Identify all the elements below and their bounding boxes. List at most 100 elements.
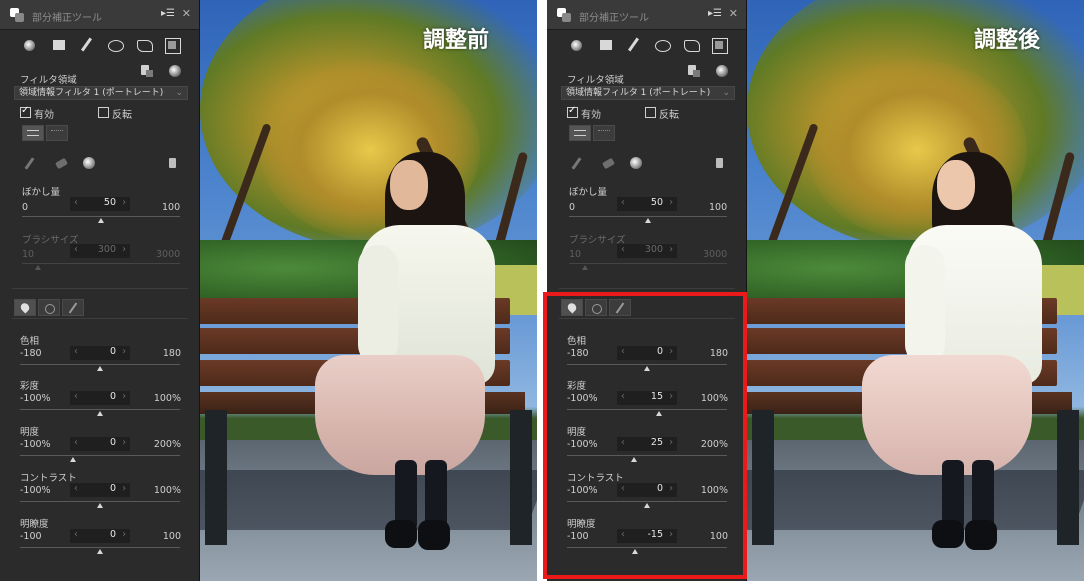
brush-tool-icon[interactable] [625, 36, 643, 54]
swap-icon[interactable] [82, 156, 96, 170]
eraser-icon[interactable] [54, 156, 68, 170]
clarity-slider-thumb[interactable] [97, 549, 103, 554]
trash-icon[interactable] [713, 156, 727, 170]
contrast-track [20, 501, 180, 502]
increment-button[interactable]: › [122, 529, 126, 540]
contrast-spinbox[interactable]: ‹ 0 › [70, 483, 130, 497]
decrement-button[interactable]: ‹ [74, 346, 78, 357]
decrement-button[interactable]: ‹ [621, 244, 625, 255]
increment-button[interactable]: › [122, 437, 126, 448]
panel-menu-icon[interactable]: ▸☰ [161, 8, 175, 19]
sphere-tool-icon[interactable] [20, 36, 38, 54]
brush-track [569, 263, 727, 264]
clarity-spinbox[interactable]: ‹ 0 › [70, 529, 130, 543]
polygon-tool-icon[interactable] [682, 36, 700, 54]
frame-tool-icon[interactable] [710, 36, 728, 54]
decrement-button[interactable]: ‹ [74, 244, 78, 255]
hue-value: 0 [109, 346, 116, 357]
trash-icon[interactable] [166, 156, 180, 170]
close-icon[interactable]: ✕ [182, 7, 191, 20]
wand-icon[interactable] [62, 299, 84, 316]
mode-tab-sliders[interactable] [569, 125, 591, 141]
adjust-tabs [14, 299, 94, 317]
increment-button[interactable]: › [669, 244, 673, 255]
swap-icon[interactable] [629, 156, 643, 170]
mode-tab-brush[interactable] [46, 125, 68, 141]
ellipse-tool-icon[interactable] [106, 36, 124, 54]
color-drop-icon[interactable] [14, 299, 36, 316]
clarity-min: -100 [20, 531, 42, 542]
pen-add-icon[interactable] [24, 156, 38, 170]
decrement-button[interactable]: ‹ [74, 483, 78, 494]
blur-spinbox[interactable]: ‹ 50 › [70, 197, 130, 211]
brightness-max: 200% [153, 439, 181, 450]
decrement-button[interactable]: ‹ [74, 437, 78, 448]
saturation-spinbox[interactable]: ‹ 0 › [70, 391, 130, 405]
increment-button[interactable]: › [669, 197, 673, 208]
clarity-max: 100 [162, 531, 181, 542]
rectangle-tool-icon[interactable] [597, 36, 615, 54]
contrast-label: コントラスト [20, 473, 77, 484]
blur-spinbox[interactable]: ‹ 50 › [617, 197, 677, 211]
polygon-tool-icon[interactable] [135, 36, 153, 54]
copy-icon[interactable] [140, 64, 154, 78]
panel-menu-icon[interactable]: ▸☰ [708, 8, 722, 19]
increment-button[interactable]: › [122, 391, 126, 402]
brush-slider-thumb[interactable] [34, 265, 41, 270]
brush-tool-icon[interactable] [78, 36, 96, 54]
brush-track [22, 263, 180, 264]
saturation-slider-thumb[interactable] [97, 411, 103, 416]
sun-icon[interactable] [38, 299, 60, 316]
increment-button[interactable]: › [122, 197, 126, 208]
divider [12, 318, 188, 319]
contrast-value: 0 [109, 483, 116, 494]
copy-icon[interactable] [687, 64, 701, 78]
brightness-slider-thumb[interactable] [70, 457, 77, 462]
decrement-button[interactable]: ‹ [74, 391, 78, 402]
increment-button[interactable]: › [122, 483, 126, 494]
before-caption: 調整前 [423, 28, 490, 53]
enabled-checkbox[interactable] [567, 105, 578, 118]
pen-add-icon[interactable] [571, 156, 585, 170]
invert-checkbox[interactable] [645, 107, 656, 118]
ellipse-tool-icon[interactable] [653, 36, 671, 54]
filter-area-dropdown[interactable]: 領域情報フィルタ 1 (ポートレート) ⌄ [561, 86, 735, 100]
increment-button[interactable]: › [122, 346, 126, 357]
hue-spinbox[interactable]: ‹ 0 › [70, 346, 130, 360]
brush-spinbox[interactable]: ‹ 300 › [70, 244, 130, 258]
changed-settings-highlight [543, 292, 747, 579]
eraser-icon[interactable] [601, 156, 615, 170]
brightness-spinbox[interactable]: ‹ 0 › [70, 437, 130, 451]
sphere-icon[interactable] [168, 64, 182, 78]
decrement-button[interactable]: ‹ [621, 197, 625, 208]
increment-button[interactable]: › [122, 244, 126, 255]
mode-tab-brush[interactable] [593, 125, 615, 141]
close-icon[interactable]: ✕ [729, 7, 738, 20]
saturation-min: -100% [20, 393, 51, 404]
decrement-button[interactable]: ‹ [74, 529, 78, 540]
mode-tab-sliders[interactable] [22, 125, 44, 141]
sphere-icon[interactable] [715, 64, 729, 78]
chevron-down-icon: ⌄ [175, 88, 183, 98]
filter-area-label: フィルタ領域 [20, 75, 77, 86]
blur-slider-thumb[interactable] [98, 218, 104, 223]
contrast-slider-thumb[interactable] [97, 503, 103, 508]
invert-checkbox[interactable] [98, 107, 109, 118]
blur-track [569, 216, 727, 217]
hue-slider-thumb[interactable] [97, 366, 103, 371]
blur-min: 0 [22, 202, 29, 213]
brush-slider-thumb[interactable] [581, 265, 588, 270]
sphere-tool-icon[interactable] [567, 36, 585, 54]
blur-slider-thumb[interactable] [645, 218, 651, 223]
decrement-button[interactable]: ‹ [74, 197, 78, 208]
frame-tool-icon[interactable] [163, 36, 181, 54]
divider [12, 288, 188, 289]
panel-titlebar: 部分補正ツール ▸☰ ✕ [547, 0, 746, 30]
brush-spinbox[interactable]: ‹ 300 › [617, 244, 677, 258]
selection-tools [14, 36, 190, 56]
brush-max: 3000 [156, 249, 181, 260]
blur-track [22, 216, 180, 217]
filter-area-dropdown[interactable]: 領域情報フィルタ 1 (ポートレート) ⌄ [14, 86, 188, 100]
rectangle-tool-icon[interactable] [50, 36, 68, 54]
enabled-checkbox[interactable] [20, 105, 31, 118]
